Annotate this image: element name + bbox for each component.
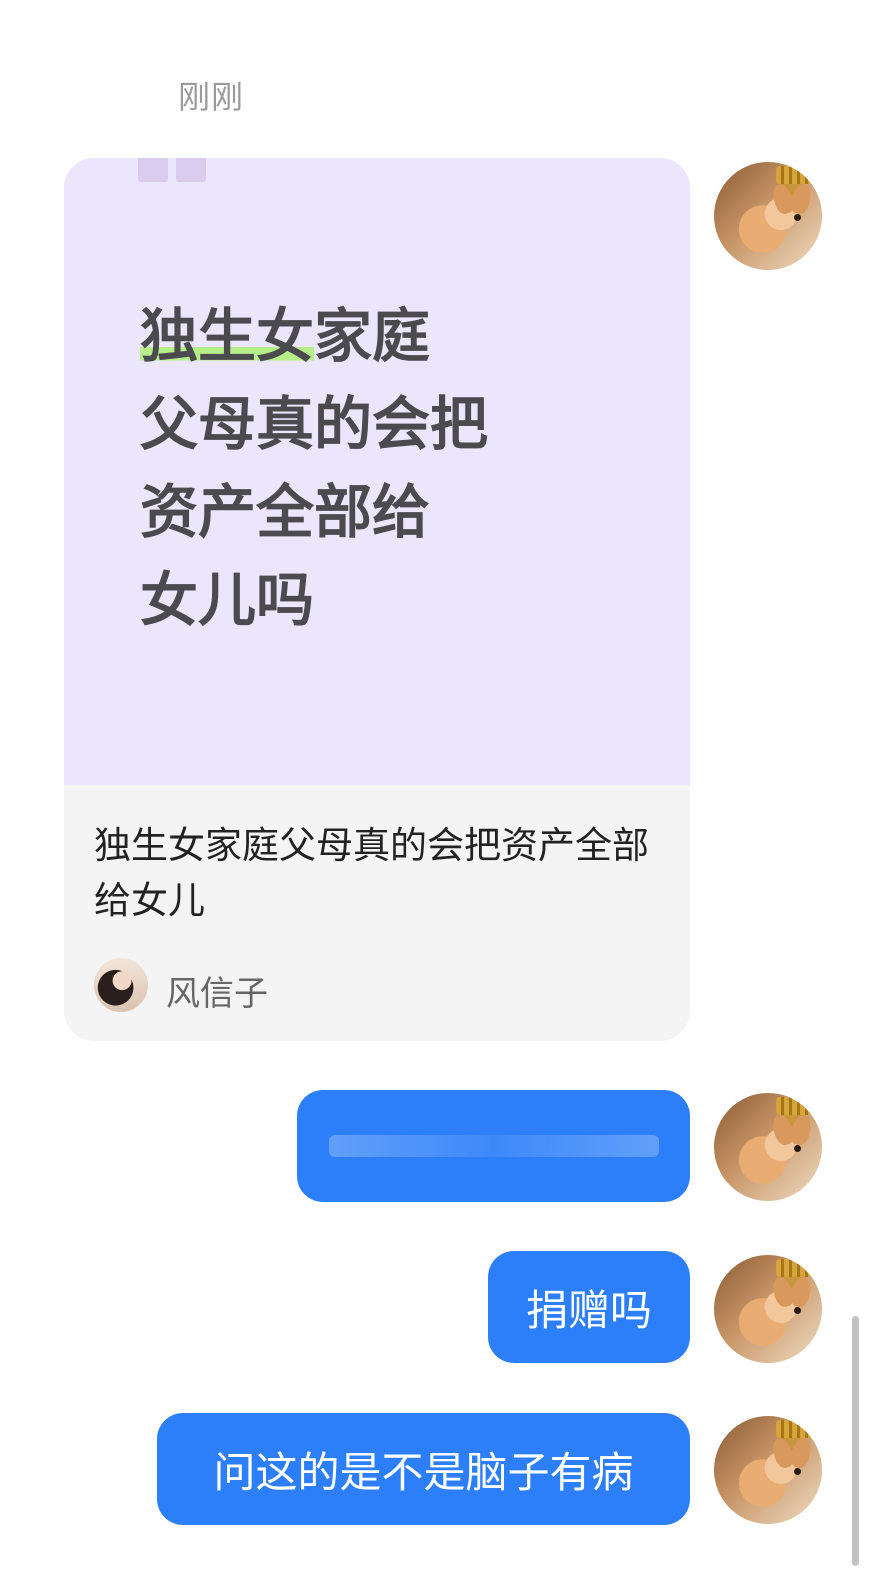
post-cover: 独生女家庭 父母真的会把 资产全部给 女儿吗 — [64, 158, 690, 785]
cover-line: 独生女家庭 — [140, 302, 431, 370]
cover-line: 女儿吗 — [140, 566, 315, 634]
cover-line: 父母真的会把 — [140, 390, 489, 458]
user-avatar[interactable] — [714, 1093, 822, 1201]
quote-mark-icon — [138, 158, 168, 182]
author-name: 风信子 — [166, 974, 268, 1014]
message-bubble[interactable]: 捐赠吗 — [488, 1251, 690, 1363]
message-bubble-redacted[interactable] — [297, 1090, 690, 1202]
cover-line: 资产全部给 — [140, 478, 431, 546]
cover-highlight: 独生女 — [140, 302, 315, 370]
redacted-text — [328, 1135, 659, 1157]
user-avatar[interactable] — [714, 1255, 822, 1363]
quote-mark-icon — [176, 158, 206, 182]
cover-text: 独生女家庭 父母真的会把 资产全部给 女儿吗 — [140, 292, 488, 644]
scrollbar[interactable] — [852, 1316, 859, 1566]
author-avatar — [94, 958, 148, 1012]
user-avatar[interactable] — [714, 162, 822, 270]
message-bubble[interactable]: 问这的是不是脑子有病 — [157, 1413, 690, 1525]
user-avatar[interactable] — [714, 1416, 822, 1524]
shared-post-card[interactable]: 独生女家庭 父母真的会把 资产全部给 女儿吗 独生女家庭父母真的会把资产全部给女… — [64, 158, 690, 1041]
post-title: 独生女家庭父母真的会把资产全部给女儿 — [94, 824, 649, 922]
message-timestamp: 刚刚 — [178, 78, 245, 116]
